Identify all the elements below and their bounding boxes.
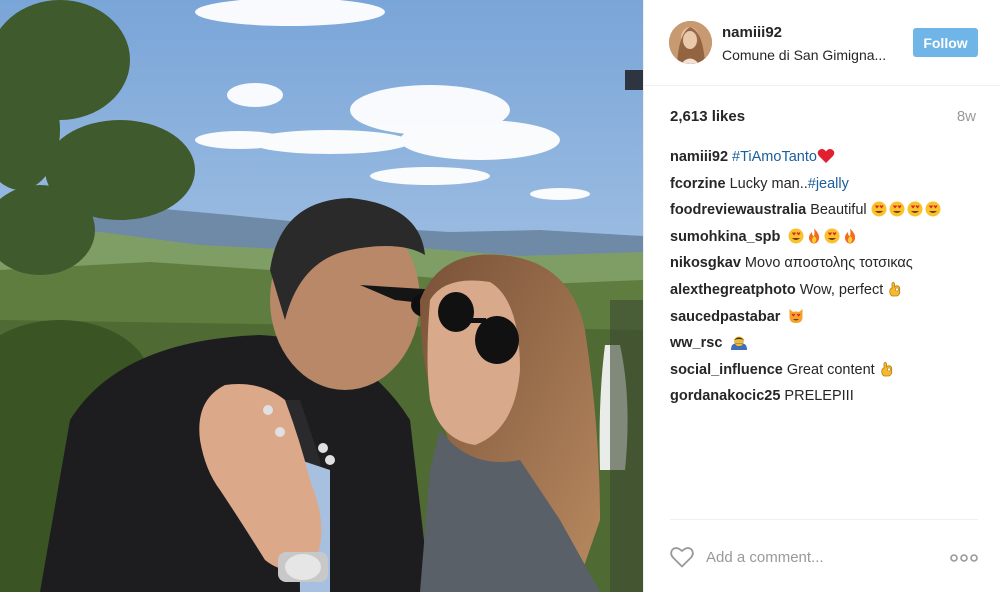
- comment-username[interactable]: nikosgkav: [670, 255, 741, 271]
- avatar-image: [669, 21, 712, 64]
- comment-footer: [670, 519, 978, 592]
- heart-icon[interactable]: [670, 546, 694, 568]
- comment-text: Wow, perfect: [799, 281, 888, 298]
- comment-text: Μονο αποστολης τοτσικας: [744, 255, 913, 272]
- comment-username[interactable]: alexthegreatphoto: [670, 282, 796, 298]
- comment-text: Lucky man..: [729, 175, 808, 192]
- add-comment-input[interactable]: [706, 546, 926, 568]
- comment-text: PRELEPIII: [784, 388, 854, 405]
- comment-username[interactable]: ww_rsc: [670, 335, 722, 351]
- list-item: ww_rsc: [670, 332, 990, 359]
- ok-hand-icon: [879, 361, 895, 377]
- comment-text: Beautiful: [810, 202, 871, 219]
- follow-button[interactable]: Follow: [913, 28, 978, 57]
- list-item: alexthegreatphoto Wow, perfect: [670, 279, 990, 306]
- post-username[interactable]: namiii92: [722, 24, 782, 41]
- comment-hashtag[interactable]: #TiAmoTanto: [732, 149, 817, 165]
- list-item: sumohkina_spb: [670, 226, 990, 253]
- post-details-panel: namiii92 Comune di San Gimigna... Follow…: [643, 0, 1000, 592]
- comments-list: namiii92 #TiAmoTanto fcorzine Lucky man..#…: [670, 146, 990, 412]
- comment-username[interactable]: fcorzine: [670, 176, 726, 192]
- list-item: gordanakocic25 PRELEPIII: [670, 385, 990, 412]
- more-options-icon[interactable]: [950, 553, 978, 563]
- comment-username[interactable]: namiii92: [670, 149, 728, 165]
- heart-eyes-icon: [871, 201, 943, 217]
- comment-username[interactable]: gordanakocic25: [670, 388, 780, 404]
- post-photo-image: [0, 0, 643, 592]
- comment-hashtag[interactable]: #jeally: [808, 176, 849, 192]
- post-photo[interactable]: [0, 0, 643, 592]
- post-location[interactable]: Comune di San Gimigna...: [722, 47, 886, 63]
- list-item: foodreviewaustralia Beautiful: [670, 199, 990, 226]
- ok-hand-icon: [887, 281, 903, 297]
- avatar[interactable]: [669, 21, 712, 64]
- bowing-person-icon: [730, 334, 748, 351]
- heart-eyes-fire-icon: [788, 228, 860, 244]
- list-item: namiii92 #TiAmoTanto: [670, 146, 990, 173]
- likes-count[interactable]: 2,613 likes: [670, 108, 745, 125]
- comment-username[interactable]: foodreviewaustralia: [670, 202, 806, 218]
- heart-eyes-cat-icon: [788, 308, 804, 324]
- post-header: namiii92 Comune di San Gimigna... Follow: [644, 0, 1000, 86]
- list-item: nikosgkav Μονο αποστολης τοτσικας: [670, 252, 990, 279]
- comment-username[interactable]: saucedpastabar: [670, 309, 780, 325]
- list-item: fcorzine Lucky man..#jeally: [670, 173, 990, 200]
- post-time[interactable]: 8w: [957, 108, 976, 125]
- red-heart-icon: [817, 148, 835, 164]
- list-item: social_influence Great content: [670, 359, 990, 386]
- list-item: saucedpastabar: [670, 306, 990, 333]
- comment-username[interactable]: social_influence: [670, 362, 783, 378]
- comment-username[interactable]: sumohkina_spb: [670, 229, 780, 245]
- comment-text: Great content: [786, 361, 879, 378]
